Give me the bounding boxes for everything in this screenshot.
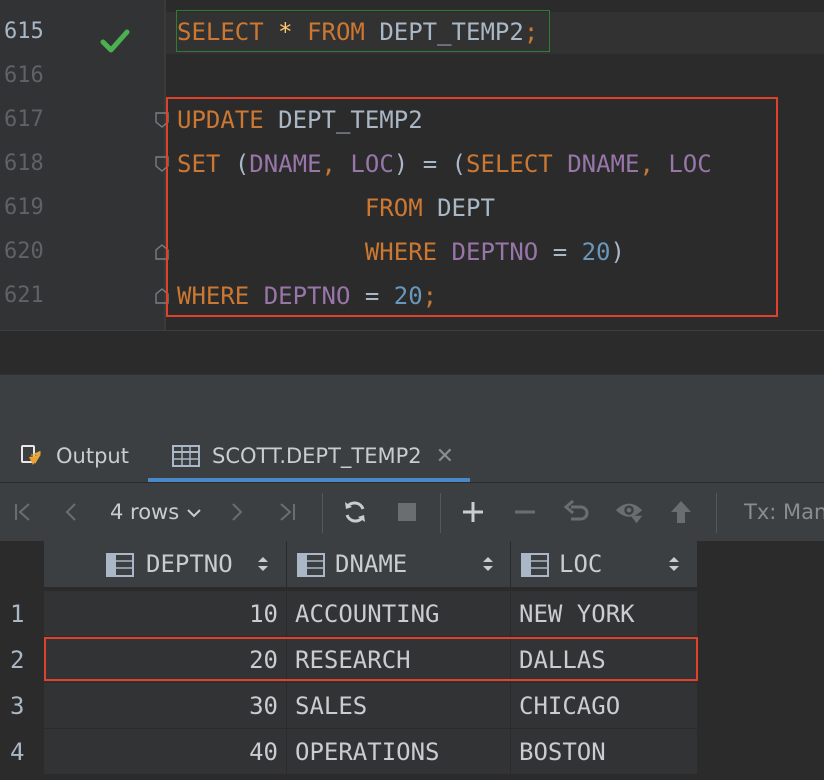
- cell-loc[interactable]: NEW YORK: [511, 591, 698, 637]
- cell-dname[interactable]: ACCOUNTING: [287, 591, 511, 637]
- cell-loc[interactable]: CHICAGO: [511, 683, 698, 729]
- editor-bottom-area: [0, 330, 824, 375]
- stop-icon: [398, 503, 416, 521]
- chevron-down-icon: [187, 509, 201, 518]
- column-header-deptno[interactable]: DEPTNO: [44, 541, 287, 587]
- tab-dept-temp2[interactable]: SCOTT.DEPT_TEMP2 ✕: [148, 430, 470, 482]
- rows-count-label: 4 rows: [110, 500, 180, 524]
- column-header-label: DEPTNO: [146, 550, 233, 578]
- grid-corner: [0, 541, 44, 587]
- add-row-button[interactable]: [458, 497, 488, 527]
- column-icon: [106, 553, 134, 577]
- tab-label: SCOTT.DEPT_TEMP2: [212, 444, 422, 468]
- preview-changes-button[interactable]: [614, 497, 644, 527]
- line-number: 618: [4, 151, 44, 176]
- cell-deptno[interactable]: 40: [44, 729, 287, 775]
- column-header-label: LOC: [559, 550, 603, 578]
- eye-icon: [615, 503, 643, 524]
- toolbar-separator: [716, 493, 717, 533]
- cell-dname[interactable]: OPERATIONS: [287, 729, 511, 775]
- row-number: 4: [10, 738, 25, 766]
- column-header-label: DNAME: [335, 550, 408, 578]
- sort-icon[interactable]: [481, 555, 495, 573]
- line-number: 620: [4, 239, 44, 264]
- toolbar-separator: [440, 493, 441, 533]
- grid-toolbar: 4 rows Tx: Manu: [0, 483, 824, 541]
- line-number: 621: [4, 283, 44, 308]
- cell-deptno[interactable]: 10: [44, 591, 287, 637]
- plus-icon: [463, 502, 483, 522]
- next-page-button[interactable]: [222, 497, 252, 527]
- panel-splitter[interactable]: [0, 374, 824, 431]
- output-icon: [21, 445, 41, 465]
- undo-icon: [563, 499, 589, 521]
- active-tab-indicator: [148, 478, 470, 482]
- row-number: 1: [10, 600, 25, 628]
- tab-label: Output: [56, 444, 129, 468]
- column-header-dname[interactable]: DNAME: [287, 541, 511, 587]
- sort-icon[interactable]: [256, 555, 270, 573]
- column-header-loc[interactable]: LOC: [511, 541, 698, 587]
- update-statement-highlight: [166, 97, 778, 317]
- row-number: 2: [10, 646, 25, 674]
- cell-loc[interactable]: BOSTON: [511, 729, 698, 775]
- column-icon: [297, 553, 325, 577]
- chevron-left-icon: [65, 503, 76, 521]
- delete-row-button[interactable]: [510, 497, 540, 527]
- sql-editor[interactable]: 615 SELECT * FROM DEPT_TEMP2; 616 617 UP…: [0, 0, 824, 330]
- close-icon[interactable]: ✕: [436, 444, 454, 469]
- statement-selection-box: [176, 10, 550, 52]
- toolbar-separator: [322, 493, 323, 533]
- column-icon: [521, 553, 549, 577]
- line-number: 617: [4, 107, 44, 132]
- minus-icon: [515, 510, 535, 514]
- arrow-up-icon: [671, 501, 691, 523]
- checkmark-icon: [100, 29, 130, 53]
- table-icon: [172, 445, 200, 467]
- chevron-right-icon: [232, 503, 243, 521]
- line-number: 619: [4, 195, 44, 220]
- previous-page-button[interactable]: [56, 497, 86, 527]
- first-page-icon: [15, 503, 30, 521]
- cell-dname[interactable]: SALES: [287, 683, 511, 729]
- last-page-button[interactable]: [272, 497, 302, 527]
- sort-icon[interactable]: [667, 555, 681, 573]
- row-number: 3: [10, 692, 25, 720]
- results-tab-bar: Output SCOTT.DEPT_TEMP2 ✕: [0, 430, 824, 483]
- revert-button[interactable]: [562, 497, 592, 527]
- refresh-button[interactable]: [340, 497, 370, 527]
- refresh-icon: [345, 501, 365, 523]
- first-page-button[interactable]: [8, 497, 38, 527]
- updated-row-highlight: [44, 637, 698, 681]
- stop-button[interactable]: [392, 497, 422, 527]
- line-number: 616: [4, 63, 44, 88]
- transaction-mode-dropdown[interactable]: Tx: Manu: [744, 497, 824, 527]
- cell-deptno[interactable]: 30: [44, 683, 287, 729]
- line-number: 615: [4, 19, 44, 44]
- tab-output[interactable]: Output: [18, 430, 129, 482]
- last-page-icon: [280, 503, 295, 521]
- code-line-616[interactable]: 616: [0, 54, 824, 98]
- submit-button[interactable]: [666, 497, 696, 527]
